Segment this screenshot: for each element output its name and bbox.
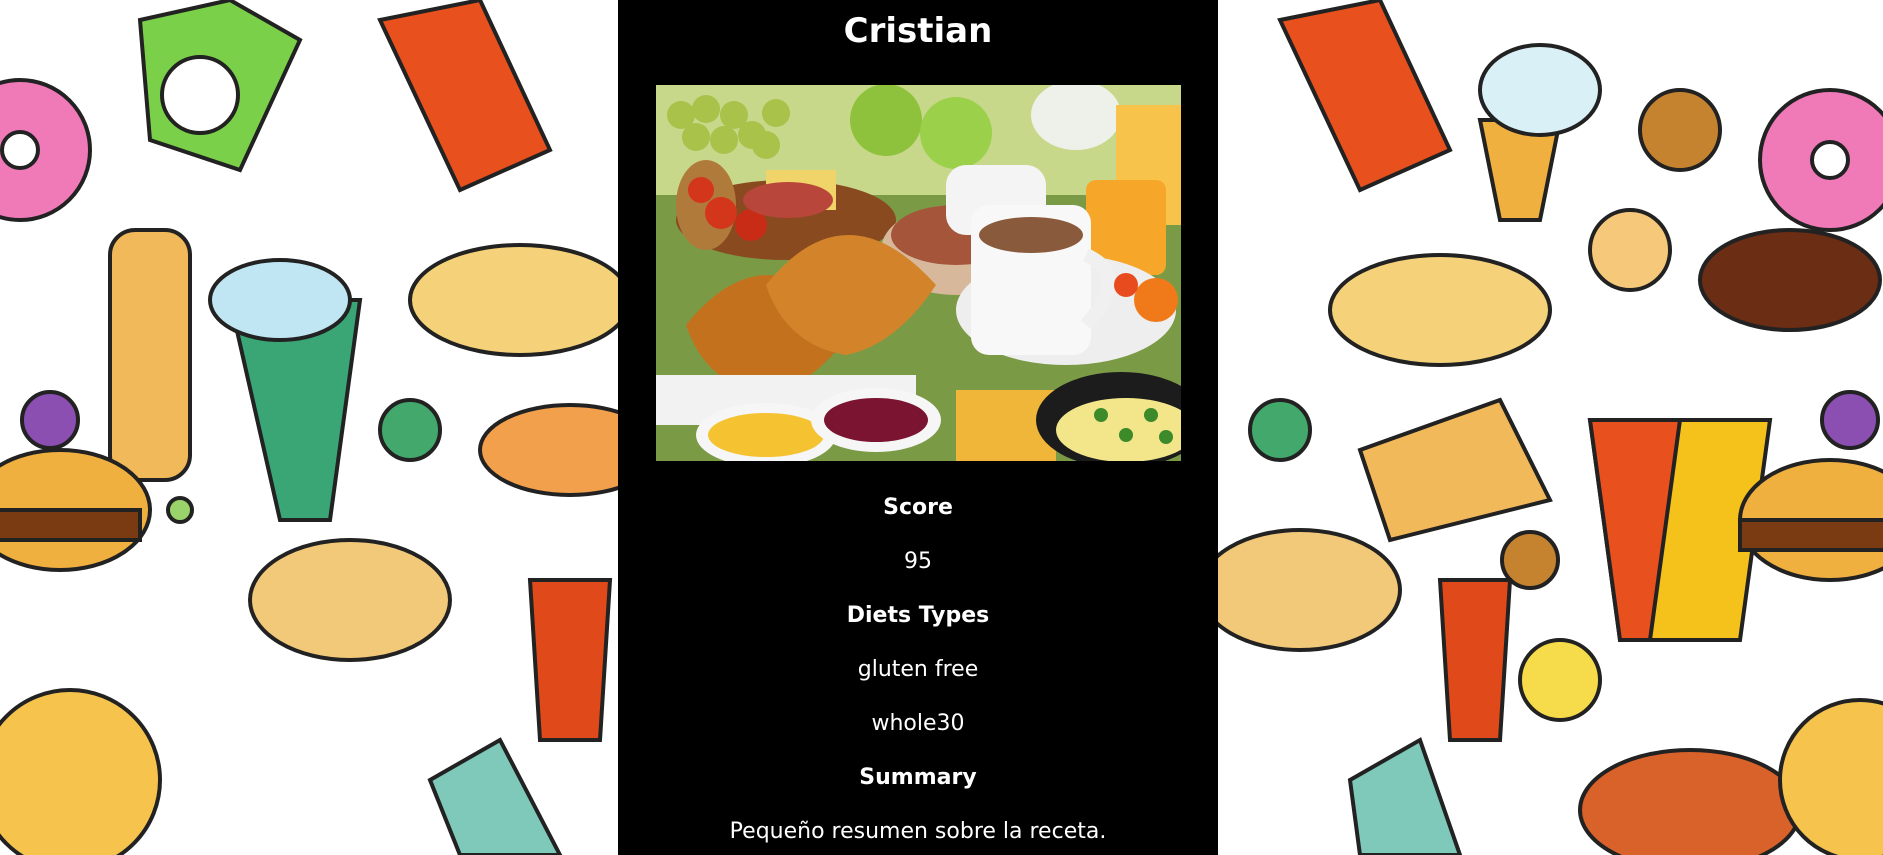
recipe-photo [655,85,1181,461]
score-heading: Score [883,495,953,520]
diet-item-whole30: whole30 [871,711,965,736]
diets-types-heading: Diets Types [846,603,990,628]
recipe-title: Cristian [843,11,993,51]
diet-item-gluten-free: gluten free [857,657,979,682]
recipe-detail-card: Cristian Score 95 Diets Types gluten fre… [618,0,1218,855]
score-value: 95 [904,549,932,574]
summary-heading: Summary [859,765,977,790]
summary-text: Pequeño resumen sobre la receta. [729,819,1107,844]
